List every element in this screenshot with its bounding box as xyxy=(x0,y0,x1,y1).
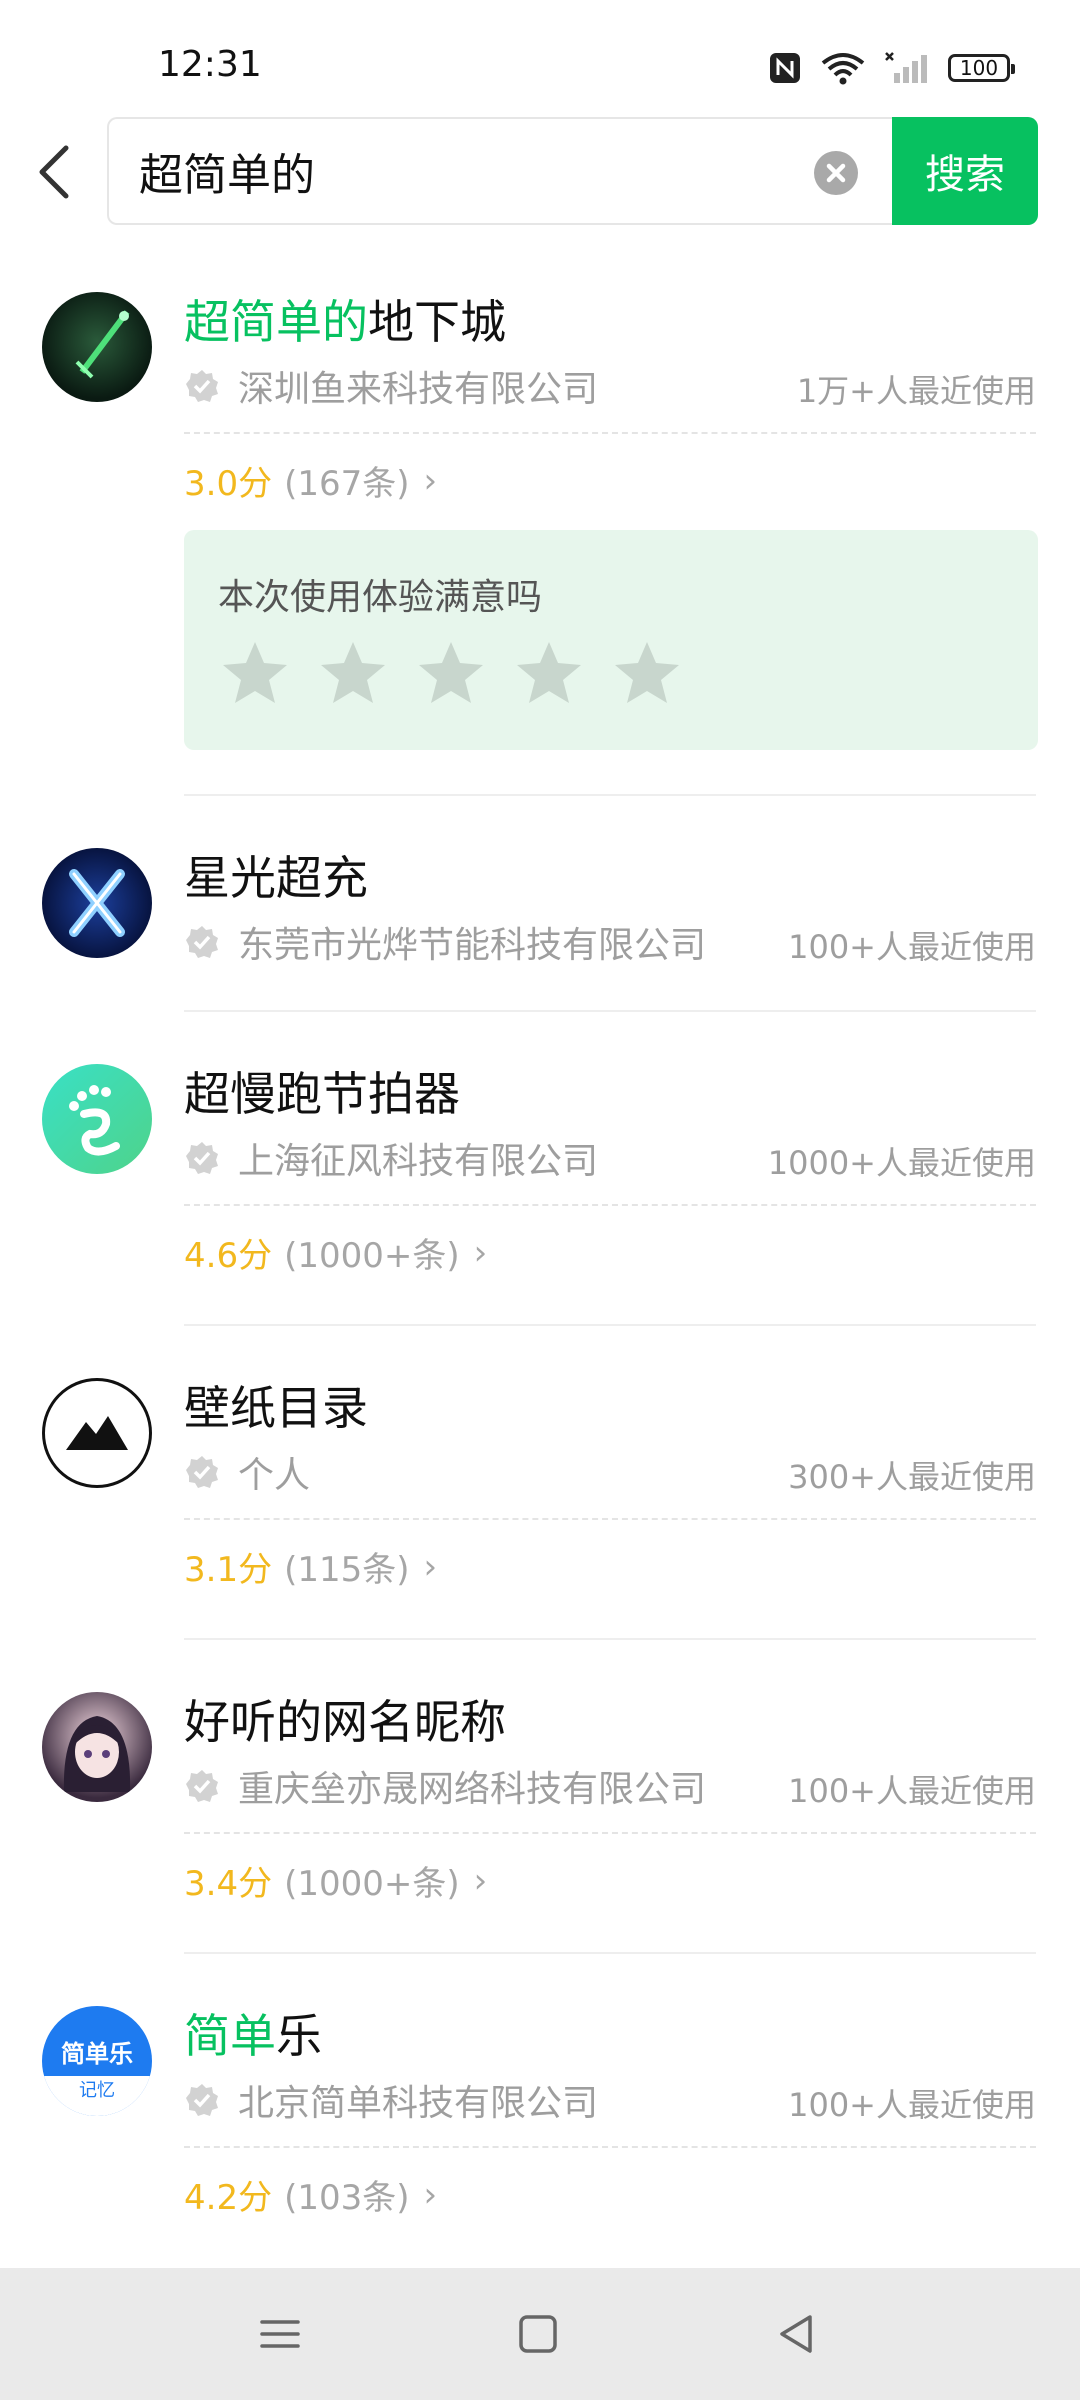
app-title: 超慢跑节拍器 xyxy=(184,1067,460,1121)
verified-icon xyxy=(186,1142,218,1174)
rating-link[interactable]: 4.2分 (103条) › xyxy=(184,2170,437,2219)
system-nav-bar xyxy=(0,2268,1080,2400)
divider xyxy=(184,1324,1036,1326)
verified-icon xyxy=(186,370,218,402)
result-item[interactable]: 星光超充 东莞市光烨节能科技有限公司 100+人最近使用 xyxy=(0,830,1080,1010)
app-icon-subtext: 记忆 xyxy=(42,2076,152,2116)
app-title: 壁纸目录 xyxy=(184,1381,368,1435)
review-count: (115条) xyxy=(284,1550,410,1590)
rating-score: 4.6分 xyxy=(184,1236,273,1276)
rating-score: 4.2分 xyxy=(184,2178,273,2218)
divider xyxy=(184,432,1036,434)
usage-count: 1万+人最近使用 xyxy=(796,372,1036,410)
app-icon xyxy=(42,1692,152,1802)
company-name: 深圳鱼来科技有限公司 xyxy=(184,360,598,412)
star-icon[interactable] xyxy=(416,638,486,708)
sword-icon xyxy=(75,310,130,379)
review-count: (1000+条) xyxy=(284,1236,460,1276)
feedback-prompt: 本次使用体验满意吗 xyxy=(218,577,543,618)
footprint-icon xyxy=(69,1085,120,1156)
company-name: 北京简单科技有限公司 xyxy=(184,2074,598,2126)
app-title: 星光超充 xyxy=(184,851,368,905)
usage-count: 300+人最近使用 xyxy=(788,1458,1036,1496)
result-item[interactable]: 超慢跑节拍器 上海征风科技有限公司 1000+人最近使用 4.6分 (1000+… xyxy=(0,1046,1080,1326)
divider xyxy=(184,794,1036,796)
rating-link[interactable]: 3.1分 (115条) › xyxy=(184,1542,437,1591)
search-button[interactable]: 搜索 xyxy=(892,117,1038,225)
app-icon xyxy=(42,848,152,958)
usage-count: 1000+人最近使用 xyxy=(767,1144,1036,1182)
clear-icon xyxy=(826,163,846,183)
app-title: 简单乐 xyxy=(184,2009,322,2063)
divider xyxy=(184,1638,1036,1640)
nfc-icon xyxy=(770,53,800,83)
review-count: (103条) xyxy=(284,2178,410,2218)
feedback-card: 本次使用体验满意吗 xyxy=(184,530,1038,750)
verified-icon xyxy=(186,1770,218,1802)
chevron-right-icon: › xyxy=(473,1232,488,1273)
app-icon-text: 简单乐 xyxy=(61,2040,133,2068)
back-arrow-icon xyxy=(39,145,69,199)
company-name: 重庆垒亦晟网络科技有限公司 xyxy=(184,1760,706,1812)
star-icon[interactable] xyxy=(612,638,682,708)
status-time: 12:31 xyxy=(158,44,262,85)
company-name: 上海征风科技有限公司 xyxy=(184,1132,598,1184)
divider xyxy=(184,1010,1036,1012)
review-count: (1000+条) xyxy=(284,1864,460,1904)
usage-count: 100+人最近使用 xyxy=(788,928,1036,966)
x-logo-icon xyxy=(69,869,125,937)
star-icon[interactable] xyxy=(220,638,290,708)
company-name: 东莞市光烨节能科技有限公司 xyxy=(184,916,706,968)
home-icon[interactable] xyxy=(508,2304,568,2364)
app-title: 超简单的地下城 xyxy=(184,295,506,349)
usage-count: 100+人最近使用 xyxy=(788,2086,1036,2124)
chevron-right-icon: › xyxy=(423,2174,438,2215)
divider xyxy=(184,1204,1036,1206)
app-icon: 简单乐 记忆 xyxy=(42,2006,152,2116)
rating-stars xyxy=(220,638,682,708)
review-count: (167条) xyxy=(284,464,410,504)
wifi-icon xyxy=(821,53,865,85)
usage-count: 100+人最近使用 xyxy=(788,1772,1036,1810)
verified-icon xyxy=(186,2084,218,2116)
avatar-icon xyxy=(63,1716,131,1792)
star-icon[interactable] xyxy=(514,638,584,708)
divider xyxy=(184,2146,1036,2148)
signal-icon xyxy=(885,52,927,83)
divider xyxy=(184,1832,1036,1834)
divider xyxy=(184,1518,1036,1520)
rating-link[interactable]: 4.6分 (1000+条) › xyxy=(184,1228,487,1277)
result-item[interactable]: 好听的网名昵称 重庆垒亦晟网络科技有限公司 100+人最近使用 3.4分 (10… xyxy=(0,1674,1080,1954)
verified-icon xyxy=(186,1456,218,1488)
chevron-right-icon: › xyxy=(473,1860,488,1901)
company-name: 个人 xyxy=(184,1446,310,1498)
back-icon[interactable] xyxy=(766,2304,826,2364)
status-bar: 12:31 100 xyxy=(0,0,1080,120)
result-item[interactable]: 简单乐 记忆 简单乐 北京简单科技有限公司 100+人最近使用 4.2分 (10… xyxy=(0,1988,1080,2268)
rating-score: 3.4分 xyxy=(184,1864,273,1904)
search-box xyxy=(107,117,893,225)
search-input[interactable] xyxy=(139,145,779,197)
app-icon xyxy=(42,292,152,402)
rating-score: 3.0分 xyxy=(184,464,273,504)
battery-icon: 100 xyxy=(948,54,1015,82)
app-title: 好听的网名昵称 xyxy=(184,1695,506,1749)
divider xyxy=(184,1952,1036,1954)
clear-button[interactable] xyxy=(814,151,858,195)
app-icon xyxy=(42,1378,152,1488)
result-item[interactable]: 壁纸目录 个人 300+人最近使用 3.1分 (115条) › xyxy=(0,1360,1080,1640)
star-icon[interactable] xyxy=(318,638,388,708)
rating-link[interactable]: 3.0分 (167条) › xyxy=(184,456,437,505)
app-icon xyxy=(42,1064,152,1174)
status-icons: 100 xyxy=(768,48,1015,88)
rating-link[interactable]: 3.4分 (1000+条) › xyxy=(184,1856,487,1905)
mountain-icon xyxy=(66,1416,128,1450)
menu-icon[interactable] xyxy=(250,2304,310,2364)
verified-icon xyxy=(186,926,218,958)
chevron-right-icon: › xyxy=(423,460,438,501)
rating-score: 3.1分 xyxy=(184,1550,273,1590)
chevron-right-icon: › xyxy=(423,1546,438,1587)
back-button[interactable] xyxy=(26,136,82,208)
